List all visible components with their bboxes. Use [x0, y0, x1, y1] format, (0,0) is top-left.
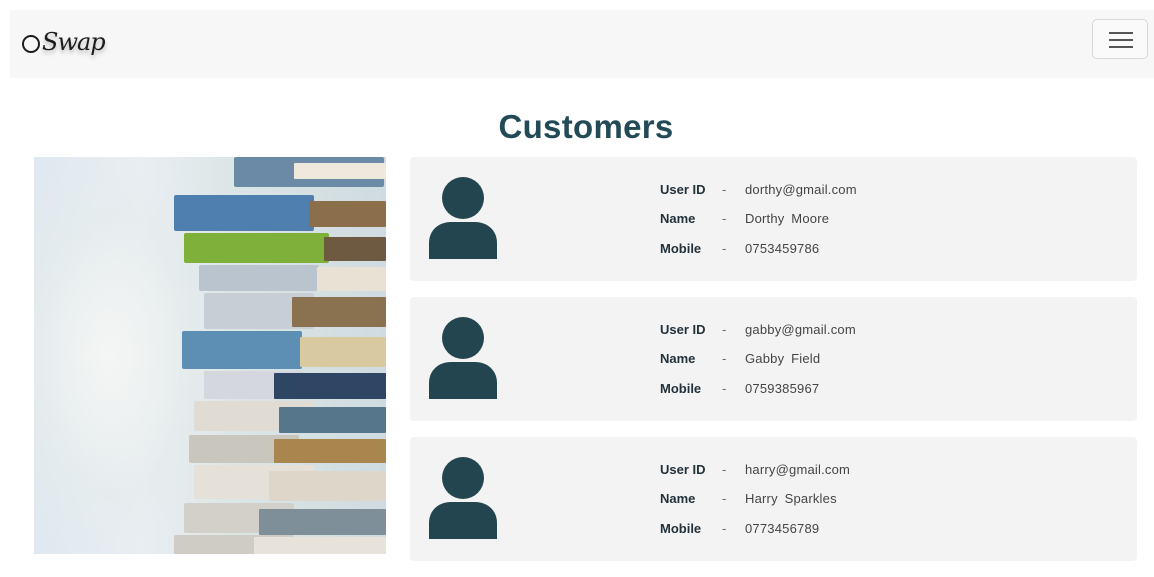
user-id-label: User ID [660, 181, 706, 197]
name-row: Name - Gabby Field [660, 348, 820, 368]
user-id-row: User ID - dorthy@gmail.com [660, 179, 857, 199]
name-value: Gabby Field [745, 350, 821, 366]
name-label: Name [660, 210, 696, 226]
separator: - [722, 350, 727, 366]
mobile-value: 0773456789 [745, 520, 820, 536]
user-id-row: User ID - harry@gmail.com [660, 459, 850, 479]
logo-ring-icon [22, 35, 40, 53]
name-label: Name [660, 490, 696, 506]
page-title: Customers [498, 108, 674, 145]
hamburger-menu-icon-bar [1109, 39, 1133, 41]
hamburger-menu-icon-bar [1109, 46, 1133, 48]
mobile-row: Mobile - 0753459786 [660, 238, 819, 258]
user-avatar-icon [429, 317, 497, 399]
mobile-value: 0759385967 [745, 380, 820, 396]
hamburger-menu-icon-bar [1109, 32, 1133, 34]
separator: - [722, 181, 727, 197]
name-row: Name - Dorthy Moore [660, 208, 829, 228]
customer-card: User ID - gabby@gmail.com Name - Gabby F… [410, 297, 1137, 421]
separator: - [722, 520, 727, 536]
separator: - [722, 461, 727, 477]
mobile-row: Mobile - 0759385967 [660, 378, 819, 398]
mobile-row: Mobile - 0773456789 [660, 518, 819, 538]
user-id-label: User ID [660, 321, 706, 337]
user-id-value: dorthy@gmail.com [745, 181, 857, 197]
mobile-label: Mobile [660, 380, 702, 396]
brand-name: Swap [42, 28, 106, 56]
user-id-row: User ID - gabby@gmail.com [660, 319, 856, 339]
navbar: Swap [10, 10, 1154, 78]
brand-logo[interactable]: Swap [22, 22, 106, 62]
name-row: Name - Harry Sparkles [660, 488, 837, 508]
separator: - [722, 490, 727, 506]
mobile-label: Mobile [660, 240, 702, 256]
name-value: Harry Sparkles [745, 490, 837, 506]
user-id-value: gabby@gmail.com [745, 321, 856, 337]
separator: - [722, 321, 727, 337]
customer-card: User ID - harry@gmail.com Name - Harry S… [410, 437, 1137, 561]
user-id-label: User ID [660, 461, 706, 477]
user-id-value: harry@gmail.com [745, 461, 851, 477]
user-avatar-icon [429, 177, 497, 259]
separator: - [722, 380, 727, 396]
separator: - [722, 210, 727, 226]
mobile-value: 0753459786 [745, 240, 820, 256]
books-stack-image [34, 157, 386, 554]
user-avatar-icon [429, 457, 497, 539]
hamburger-menu-button[interactable] [1092, 19, 1148, 59]
customer-card: User ID - dorthy@gmail.com Name - Dorthy… [410, 157, 1137, 281]
name-value: Dorthy Moore [745, 210, 830, 226]
separator: - [722, 240, 727, 256]
customer-list: User ID - dorthy@gmail.com Name - Dorthy… [410, 157, 1137, 577]
mobile-label: Mobile [660, 520, 702, 536]
name-label: Name [660, 350, 696, 366]
